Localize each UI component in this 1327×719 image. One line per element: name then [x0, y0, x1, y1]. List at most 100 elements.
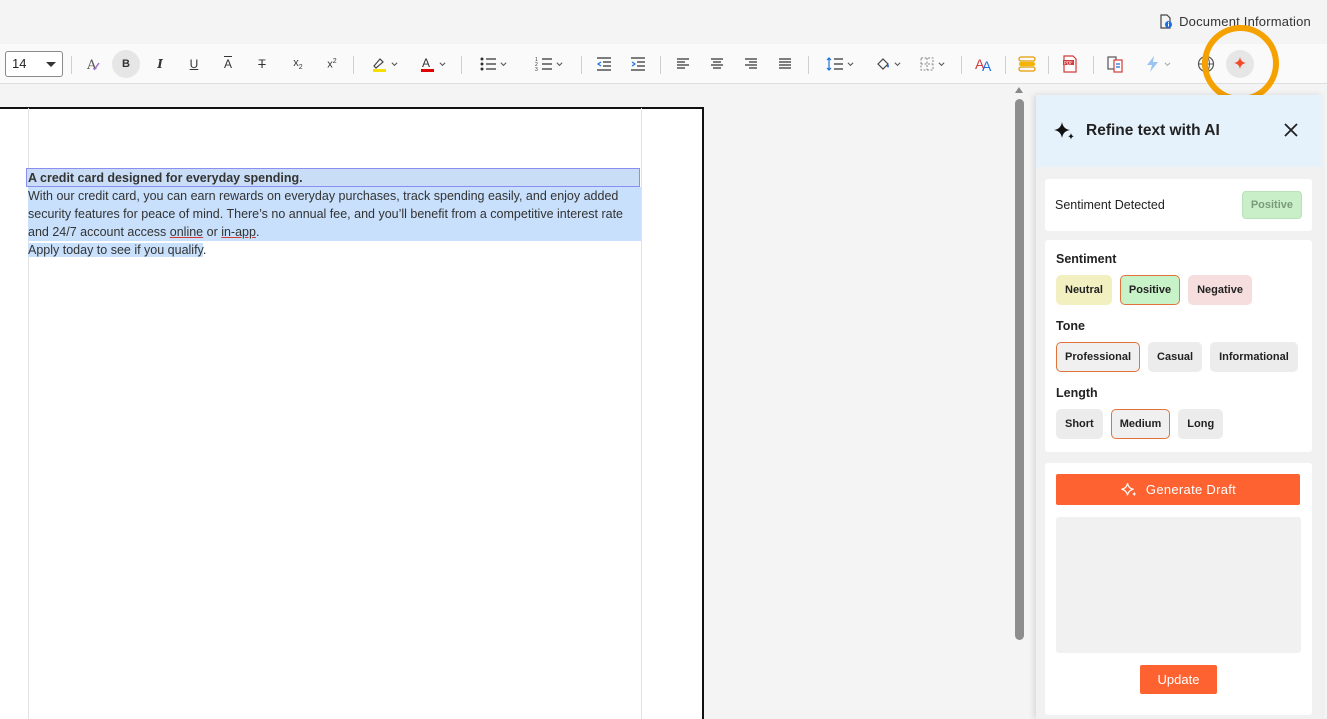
font-size-value: 14 [12, 56, 27, 71]
justify-button[interactable] [774, 51, 796, 77]
align-left-button[interactable] [672, 51, 694, 77]
language-button[interactable] [1194, 51, 1218, 77]
increase-indent-button[interactable] [627, 51, 649, 77]
strikethrough-icon: T [258, 57, 266, 71]
font-color-icon: A [421, 56, 434, 72]
tone-option-casual[interactable]: Casual [1148, 342, 1203, 372]
length-option-medium[interactable]: Medium [1110, 409, 1171, 439]
sentiment-option-negative[interactable]: Negative [1188, 275, 1252, 305]
tone-option-informational[interactable]: Informational [1210, 342, 1298, 372]
numbered-list-button[interactable]: 123 [529, 51, 569, 77]
svg-text:A: A [422, 56, 430, 70]
align-right-button[interactable] [740, 51, 762, 77]
styles-icon: AA [975, 56, 992, 73]
decrease-indent-button[interactable] [593, 51, 615, 77]
toolbar-separator [660, 56, 661, 74]
scroll-up-arrow-icon[interactable] [1015, 87, 1023, 93]
smart-actions-button[interactable] [1140, 51, 1176, 77]
document-cta-line[interactable]: Apply today to see if you qualify. [28, 241, 642, 259]
toolbar-separator [461, 56, 462, 74]
subscript-button[interactable]: x2 [288, 51, 308, 77]
toolbar-separator [1048, 56, 1049, 74]
length-label: Length [1056, 386, 1098, 400]
borders-button[interactable] [914, 51, 950, 77]
sentiment-option-neutral[interactable]: Neutral [1056, 275, 1112, 305]
pdf-icon: PDF [1063, 55, 1077, 73]
font-size-select[interactable]: 14 [5, 51, 63, 77]
justify-icon [779, 58, 791, 69]
line-spacing-icon [826, 57, 843, 71]
globe-icon [1197, 55, 1215, 73]
align-right-icon [745, 58, 757, 69]
clear-format-button[interactable]: A [82, 51, 104, 77]
chevron-down-icon [847, 61, 854, 66]
italic-button[interactable]: I [150, 51, 170, 77]
close-icon[interactable] [1284, 123, 1298, 137]
chevron-down-icon [938, 61, 945, 66]
align-left-icon [677, 58, 689, 69]
chevron-down-icon [556, 61, 563, 66]
overline-icon: A [223, 57, 232, 71]
font-color-button[interactable]: A [414, 51, 450, 77]
sentiment-options: Neutral Positive Negative [1056, 275, 1301, 305]
ai-refine-button[interactable] [1226, 50, 1254, 78]
shading-button[interactable] [870, 51, 906, 77]
draft-output-area[interactable] [1056, 517, 1301, 653]
fields-button[interactable] [1015, 51, 1039, 77]
highlight-color-button[interactable] [366, 51, 402, 77]
spellcheck-word[interactable]: in-app [221, 225, 256, 239]
chevron-down-icon [500, 61, 507, 66]
sparkles-icon [1121, 482, 1137, 496]
toolbar-separator [581, 56, 582, 74]
document-heading[interactable]: A credit card designed for everyday spen… [26, 168, 640, 187]
length-option-long[interactable]: Long [1178, 409, 1224, 439]
sentiment-option-positive[interactable]: Positive [1119, 275, 1181, 305]
scrollbar-thumb[interactable] [1015, 99, 1024, 640]
tone-option-professional[interactable]: Professional [1056, 342, 1141, 372]
generate-draft-label: Generate Draft [1145, 482, 1237, 497]
spellcheck-word[interactable]: online [170, 225, 203, 239]
styles-button[interactable]: AA [972, 51, 996, 77]
document-information-link[interactable]: Document Information [1159, 14, 1311, 29]
fields-icon [1018, 56, 1036, 72]
toolbar-separator [71, 56, 72, 74]
bullet-list-button[interactable] [473, 51, 513, 77]
compare-button[interactable] [1103, 51, 1127, 77]
generate-draft-button[interactable]: Generate Draft [1056, 474, 1300, 505]
italic-icon: I [157, 57, 163, 71]
superscript-icon: x2 [327, 57, 337, 71]
document-paragraph[interactable]: With our credit card, you can earn rewar… [28, 187, 641, 241]
bullet-list-icon [480, 57, 496, 71]
bold-button[interactable]: B [112, 50, 140, 78]
panel-header: Refine text with AI [1036, 95, 1322, 167]
document-information-label: Document Information [1179, 14, 1311, 29]
toolbar-separator [1093, 56, 1094, 74]
align-center-button[interactable] [706, 51, 728, 77]
formatting-toolbar: 14 A B I U A T x2 x2 A 123 A A PDF [0, 44, 1327, 84]
toolbar-separator [353, 56, 354, 74]
align-center-icon [711, 58, 723, 69]
length-option-short[interactable]: Short [1056, 409, 1103, 439]
underline-button[interactable]: U [184, 51, 204, 77]
borders-icon [920, 57, 934, 71]
paint-bucket-icon [877, 58, 889, 70]
tone-options: Professional Casual Informational [1056, 342, 1301, 372]
superscript-button[interactable]: x2 [322, 51, 342, 77]
line-spacing-button[interactable] [820, 51, 860, 77]
svg-text:3: 3 [535, 67, 538, 72]
decrease-indent-icon [596, 57, 611, 71]
strikethrough-button[interactable]: T [252, 51, 272, 77]
toolbar-separator [808, 56, 809, 74]
toolbar-separator [961, 56, 962, 74]
overline-button[interactable]: A [218, 51, 238, 77]
lightning-icon [1147, 56, 1158, 72]
update-button[interactable]: Update [1140, 665, 1217, 694]
sentiment-label: Sentiment [1056, 252, 1117, 266]
subscript-icon: x2 [293, 56, 303, 72]
document-text[interactable]: A credit card designed for everyday spen… [26, 168, 642, 259]
export-pdf-button[interactable]: PDF [1058, 51, 1082, 77]
numbered-list-icon: 123 [535, 57, 552, 72]
sparkles-icon [1054, 122, 1074, 140]
chevron-down-icon [1164, 61, 1171, 66]
chevron-down-icon [391, 61, 398, 66]
